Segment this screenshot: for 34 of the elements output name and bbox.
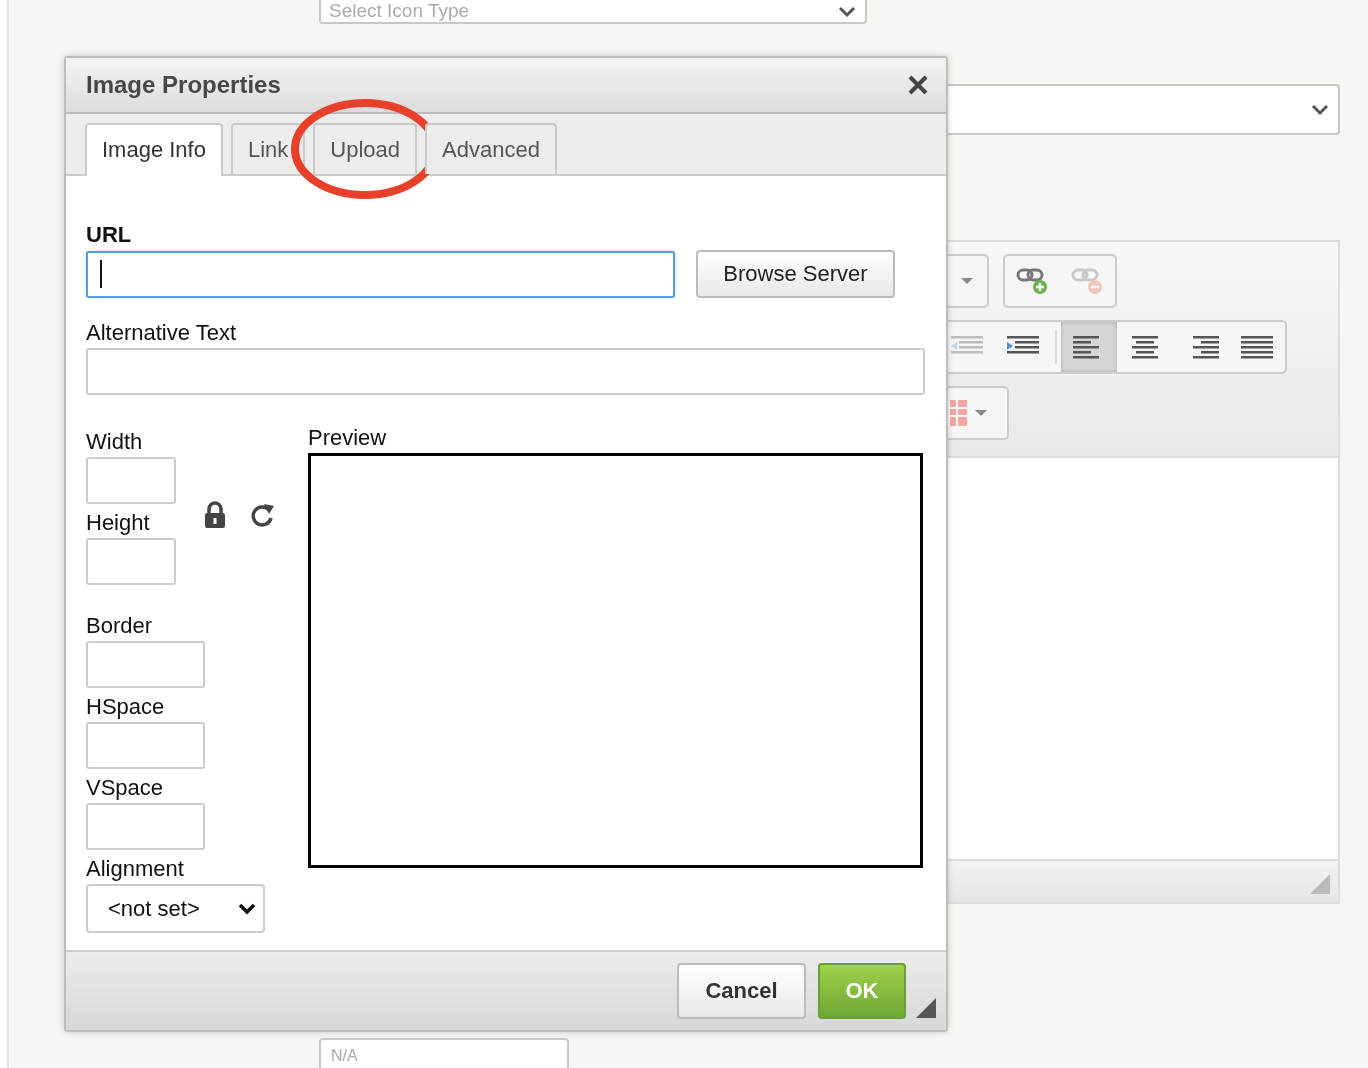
field-label: URL [86, 222, 133, 248]
text-cursor [100, 260, 102, 288]
field-label: Alignment [86, 856, 185, 882]
field-label: Width [86, 429, 144, 455]
browse-server-button[interactable]: Browse Server [696, 250, 895, 298]
field-label: HSpace [86, 694, 166, 720]
refresh-icon[interactable] [249, 501, 275, 529]
text-field[interactable] [86, 803, 205, 850]
text-field[interactable] [86, 457, 176, 504]
field-label: VSpace [86, 775, 165, 801]
resize-grip-icon [1310, 874, 1330, 895]
field-label: Preview [308, 425, 388, 451]
link-add-icon[interactable] [1015, 266, 1050, 297]
tab[interactable]: Image Info [85, 123, 223, 176]
alternative-text-field[interactable] [86, 348, 925, 395]
dialog-title: Image Properties [86, 71, 281, 99]
alignment-select[interactable]: <not set> [86, 884, 265, 933]
resize-grip-icon [916, 998, 936, 1018]
url-field[interactable] [86, 250, 675, 298]
chevron-down-icon [1310, 102, 1330, 117]
text-field[interactable] [86, 722, 205, 769]
close-icon[interactable] [907, 74, 929, 96]
chevron-down-icon [237, 901, 257, 916]
field-label: Height [86, 510, 151, 536]
toolbar-button[interactable] [1061, 322, 1117, 373]
dropdown-arrow-icon[interactable] [959, 276, 975, 287]
lock-icon[interactable] [203, 501, 227, 529]
cancel-button[interactable]: Cancel [677, 963, 806, 1019]
tab[interactable]: Upload [313, 123, 418, 174]
field-label: Border [86, 613, 154, 639]
text-field[interactable] [86, 538, 176, 585]
tab[interactable]: Advanced [425, 123, 557, 174]
text-field[interactable] [86, 641, 205, 688]
field-label: Alternative Text [86, 320, 237, 346]
